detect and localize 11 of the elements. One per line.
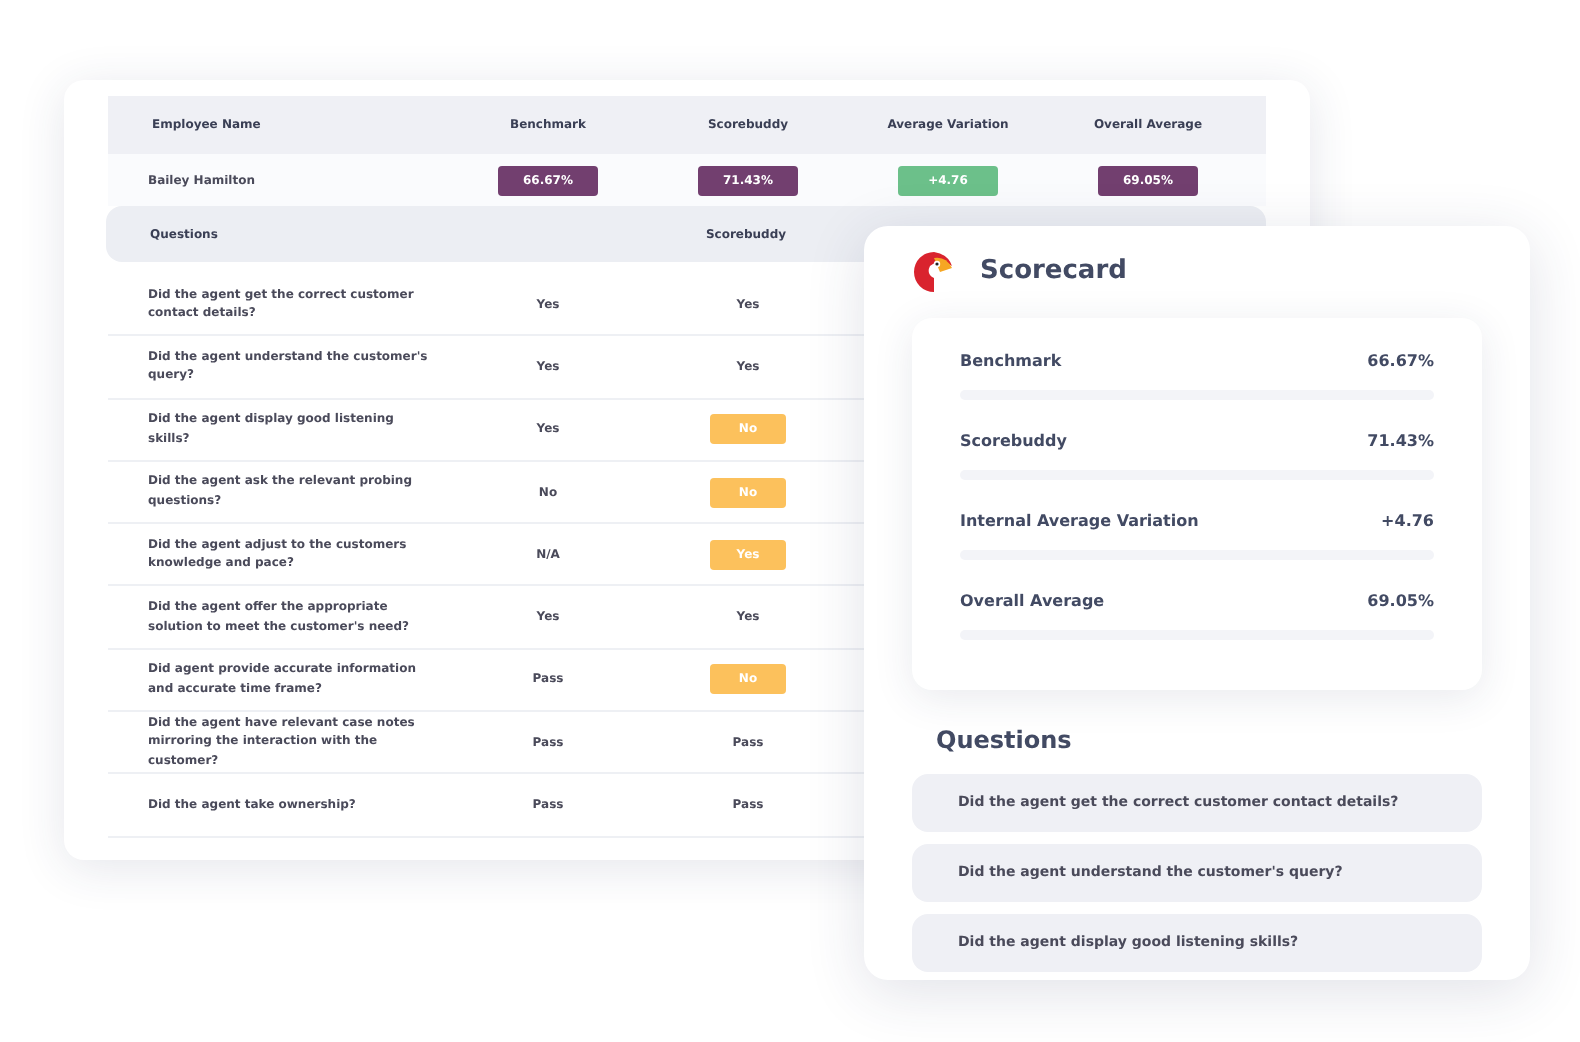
parrot-logo-icon xyxy=(912,250,956,294)
metric-value: 66.67% xyxy=(1367,350,1434,374)
metric-value: +4.76 xyxy=(1381,510,1434,534)
metric-value: 69.05% xyxy=(1367,590,1434,614)
metric-label: Benchmark xyxy=(960,350,1062,374)
scorecard-title: Scorecard xyxy=(980,254,1127,291)
metric-value: 71.43% xyxy=(1367,430,1434,454)
questions-heading: Questions xyxy=(936,724,1074,758)
metric-label: Overall Average xyxy=(960,590,1105,614)
metric-label: Scorebuddy xyxy=(960,430,1067,454)
metric-label: Internal Average Variation xyxy=(960,510,1199,534)
